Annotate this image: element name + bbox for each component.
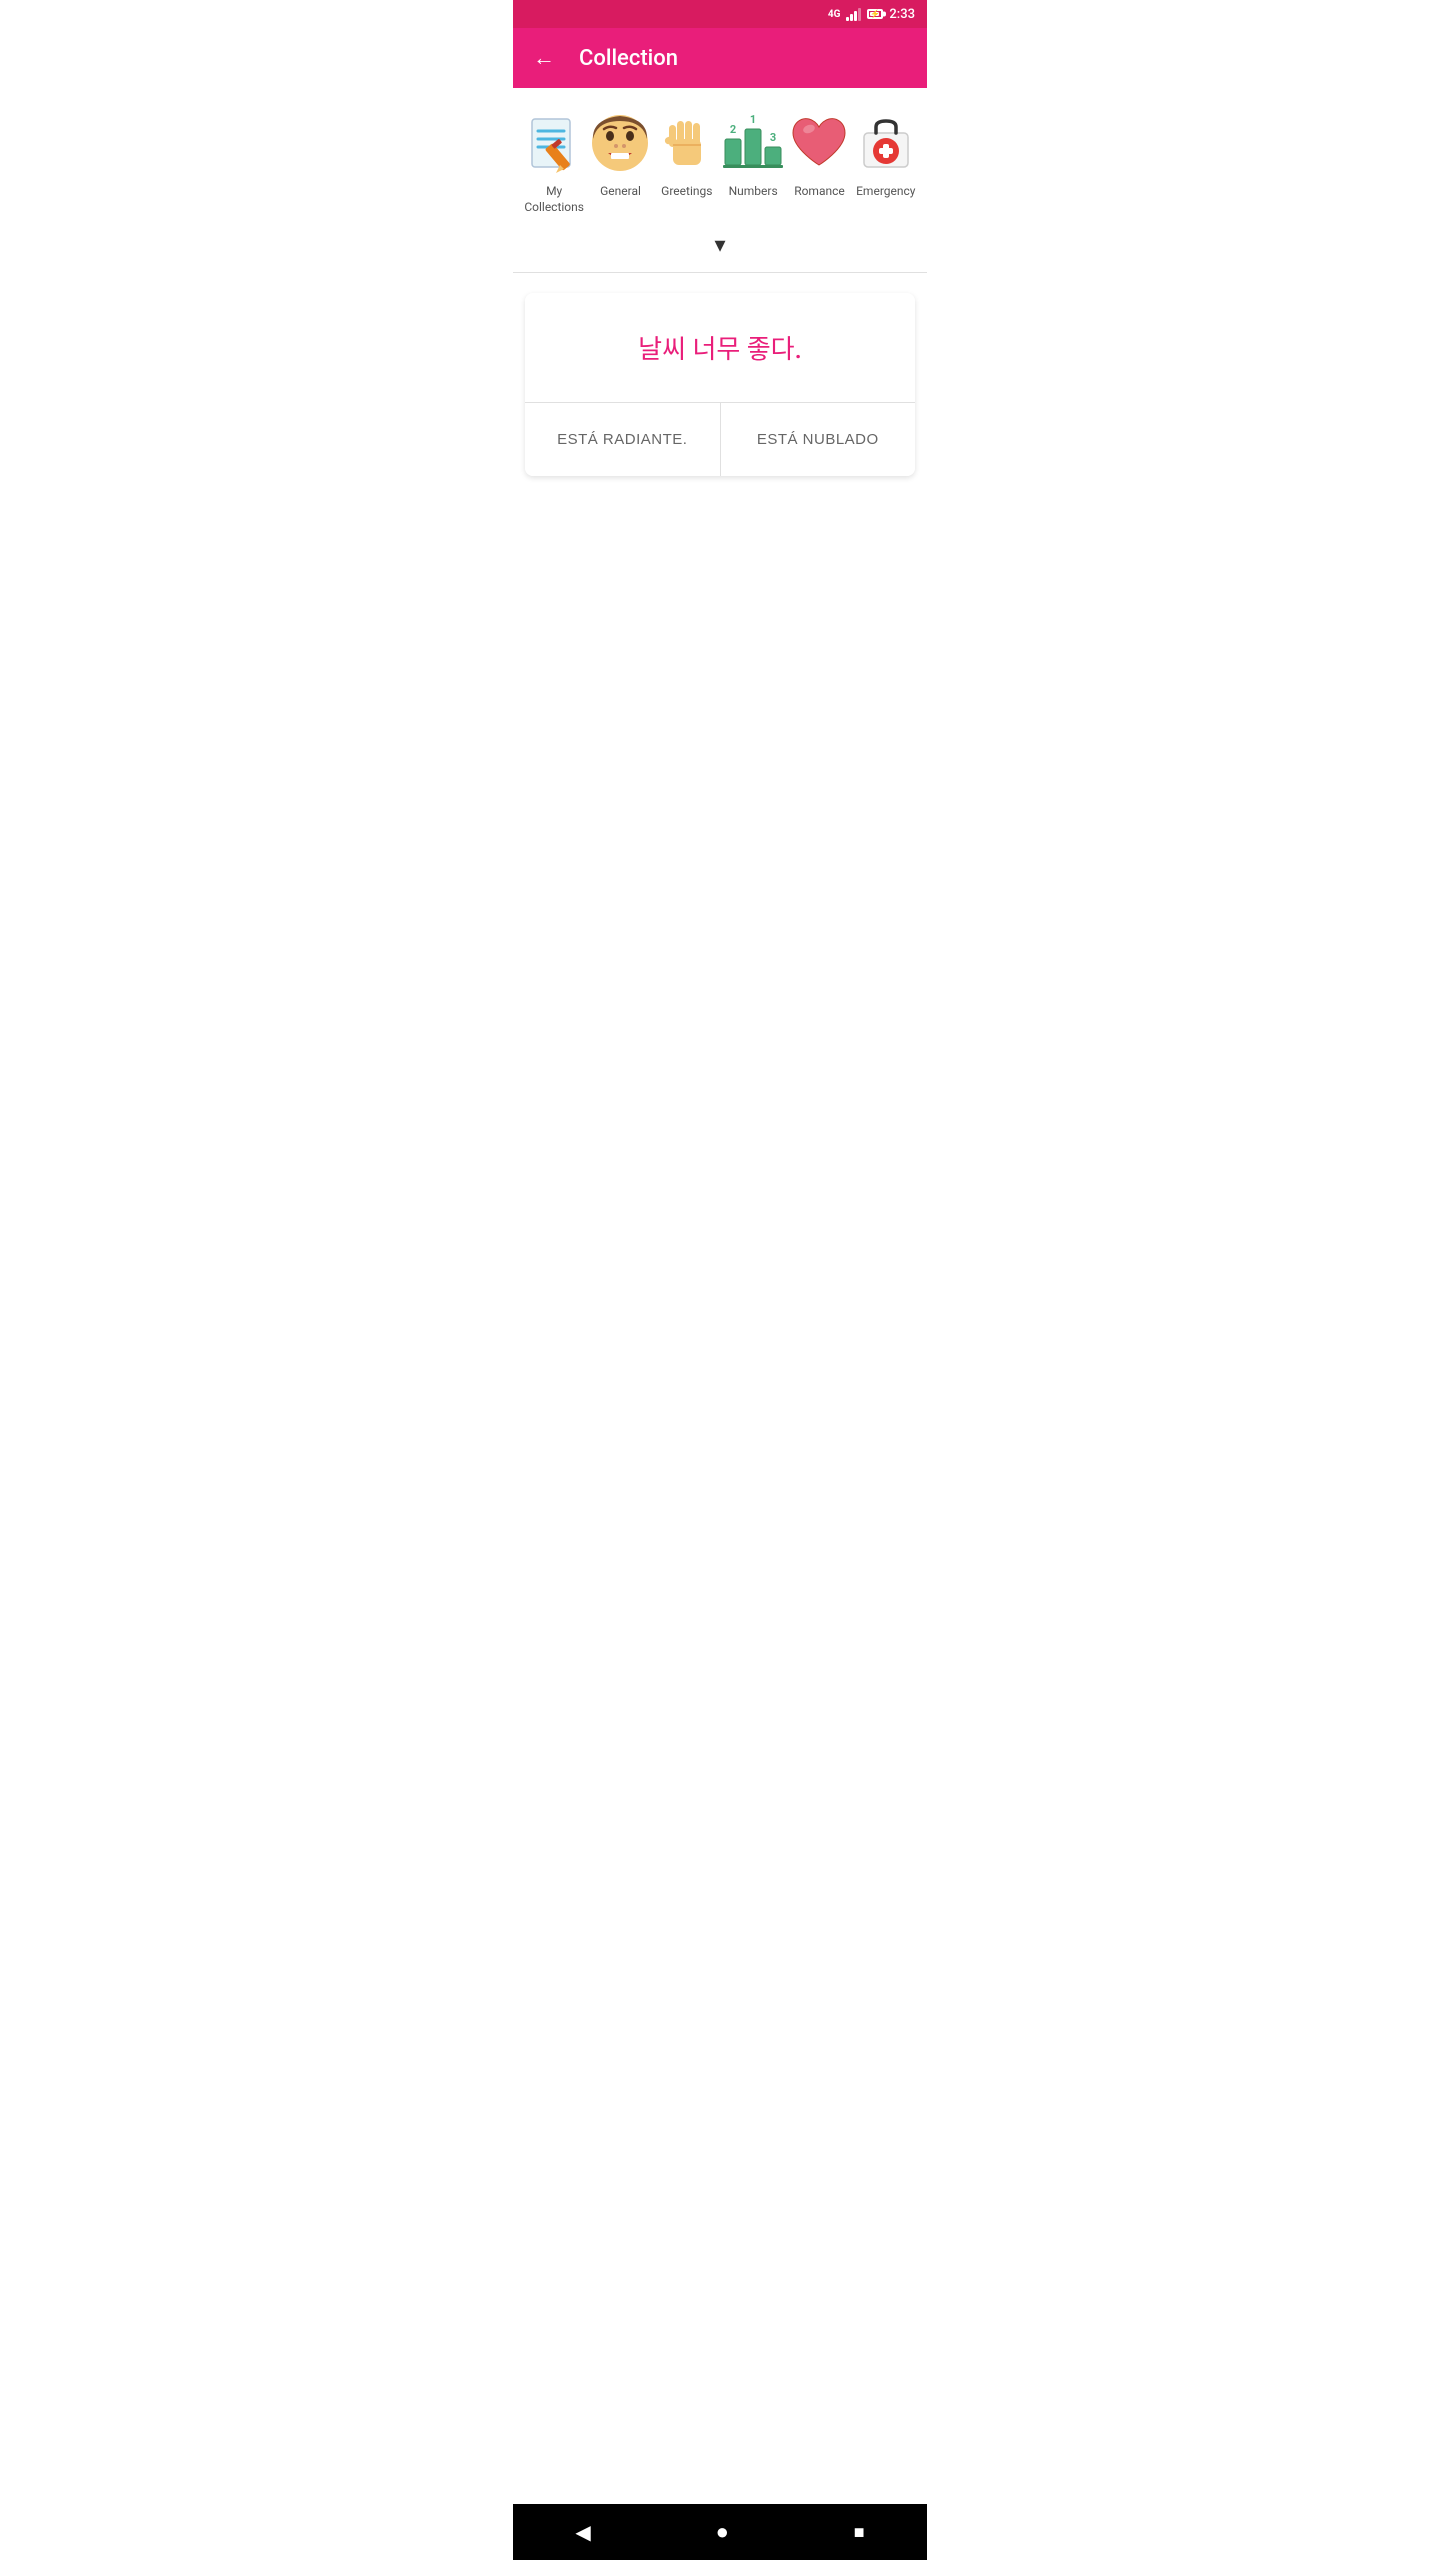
nav-home-icon: ● <box>716 2519 729 2545</box>
quiz-card: 날씨 너무 좋다. ESTÁ RADIANTE. ESTÁ NUBLADO <box>525 293 915 476</box>
category-romance[interactable]: Romance <box>788 108 850 200</box>
quiz-question-text: 날씨 너무 좋다. <box>638 335 802 365</box>
nav-back-button[interactable]: ◀ <box>555 2512 610 2553</box>
clock: 2:33 <box>889 7 915 22</box>
svg-text:3: 3 <box>770 131 776 144</box>
category-general[interactable]: General <box>589 108 651 200</box>
svg-text:2: 2 <box>730 123 736 136</box>
categories-row: My Collections <box>523 108 917 215</box>
category-emergency[interactable]: Emergency <box>855 108 917 200</box>
nav-recent-button[interactable]: ■ <box>834 2514 885 2551</box>
battery-icon: ⚡ <box>867 9 883 19</box>
answer-a-button[interactable]: ESTÁ RADIANTE. <box>525 403 721 476</box>
greetings-icon <box>652 108 722 178</box>
chevron-down-icon[interactable]: ▾ <box>714 233 725 258</box>
status-bar: 4G ⚡ 2:33 <box>513 0 927 28</box>
expand-row[interactable]: ▾ <box>513 223 927 272</box>
category-numbers[interactable]: 2 1 3 Numbers <box>722 108 784 200</box>
categories-section: My Collections <box>513 88 927 223</box>
app-bar: ← Collection <box>513 28 927 88</box>
emergency-label: Emergency <box>856 184 915 200</box>
emergency-icon <box>851 108 921 178</box>
page-title: Collection <box>579 46 678 71</box>
numbers-icon: 2 1 3 <box>718 108 788 178</box>
nav-recent-icon: ■ <box>854 2522 865 2543</box>
general-label: General <box>600 184 641 200</box>
back-button[interactable]: ← <box>529 41 559 75</box>
my-collections-label: My Collections <box>523 184 585 215</box>
svg-text:1: 1 <box>750 113 756 126</box>
bottom-navigation: ◀ ● ■ <box>513 2504 927 2560</box>
signal-icon <box>846 7 861 21</box>
answer-b-button[interactable]: ESTÁ NUBLADO <box>721 403 916 476</box>
quiz-question-area: 날씨 너무 좋다. <box>525 293 915 402</box>
network-indicator: 4G <box>828 9 841 20</box>
quiz-answers-area: ESTÁ RADIANTE. ESTÁ NUBLADO <box>525 402 915 476</box>
romance-label: Romance <box>794 184 845 200</box>
category-greetings[interactable]: Greetings <box>656 108 718 200</box>
category-my-collections[interactable]: My Collections <box>523 108 585 215</box>
nav-home-button[interactable]: ● <box>696 2511 749 2553</box>
numbers-label: Numbers <box>729 184 778 200</box>
greetings-label: Greetings <box>661 184 712 200</box>
general-icon <box>585 108 655 178</box>
my-collections-icon <box>519 108 589 178</box>
section-divider <box>513 272 927 273</box>
romance-icon <box>784 108 854 178</box>
nav-back-icon: ◀ <box>575 2520 590 2545</box>
